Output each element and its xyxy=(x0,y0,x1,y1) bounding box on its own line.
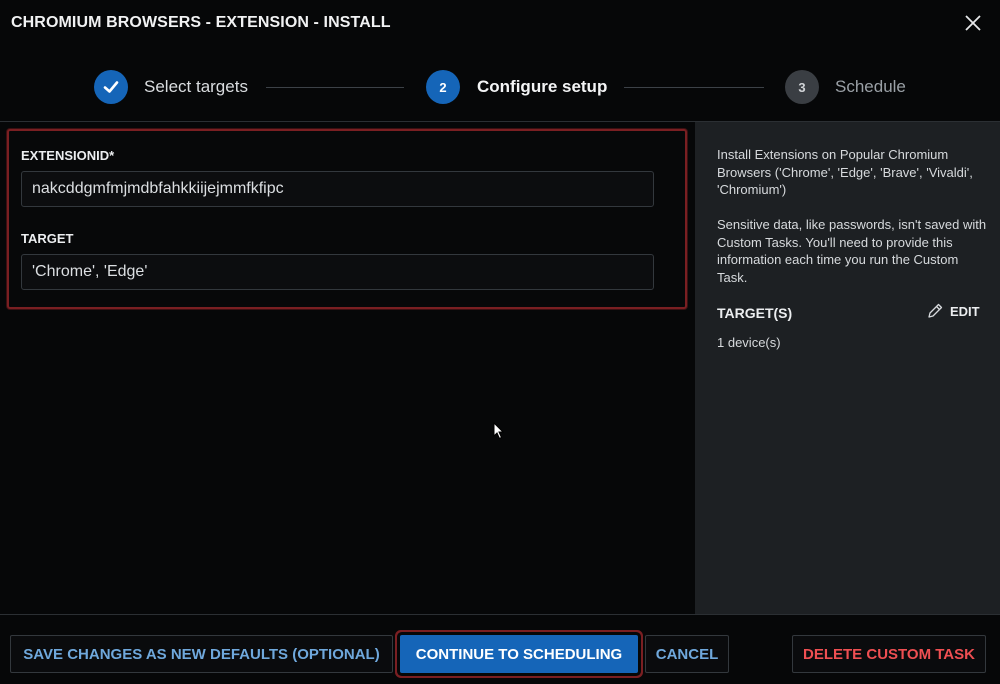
main-panel: EXTENSIONID* TARGET xyxy=(0,122,694,614)
target-label: TARGET xyxy=(21,231,74,246)
dialog-title: CHROMIUM BROWSERS - EXTENSION - INSTALL xyxy=(11,14,391,31)
targets-heading: TARGET(S) xyxy=(717,305,793,321)
close-icon xyxy=(965,15,981,31)
info-sidebar: Install Extensions on Popular Chromium B… xyxy=(695,122,1000,614)
cancel-button[interactable]: CANCEL xyxy=(645,635,729,673)
edit-label: EDIT xyxy=(950,303,980,319)
mouse-cursor-icon xyxy=(493,422,505,440)
step-2-number: 2 xyxy=(426,70,460,104)
sensitive-data-notice: Sensitive data, like passwords, isn't sa… xyxy=(717,217,987,285)
step-1-label: Select targets xyxy=(144,77,248,96)
target-input[interactable] xyxy=(21,254,654,290)
dialog-footer: SAVE CHANGES AS NEW DEFAULTS (OPTIONAL) … xyxy=(0,614,1000,684)
dialog-header: CHROMIUM BROWSERS - EXTENSION - INSTALL xyxy=(0,0,1000,48)
save-defaults-button[interactable]: SAVE CHANGES AS NEW DEFAULTS (OPTIONAL) xyxy=(10,635,393,673)
edit-targets-button[interactable]: EDIT xyxy=(926,302,980,320)
close-button[interactable] xyxy=(960,10,986,36)
task-description: Install Extensions on Popular Chromium B… xyxy=(717,147,973,197)
parameters-form: EXTENSIONID* TARGET xyxy=(7,129,687,309)
step-2-label: Configure setup xyxy=(477,77,608,96)
extensionid-label: EXTENSIONID* xyxy=(21,148,115,163)
step-3-number: 3 xyxy=(785,70,819,104)
check-icon xyxy=(103,81,119,93)
wizard-stepper: Select targets 2 Configure setup 3 Sched… xyxy=(0,48,1000,122)
step-connector xyxy=(624,87,764,88)
step-1-complete-indicator xyxy=(94,70,128,104)
pencil-icon xyxy=(928,303,943,318)
step-3-label: Schedule xyxy=(835,77,906,96)
extensionid-input[interactable] xyxy=(21,171,654,207)
delete-custom-task-button[interactable]: DELETE CUSTOM TASK xyxy=(792,635,986,673)
step-connector xyxy=(266,87,404,88)
continue-to-scheduling-button[interactable]: CONTINUE TO SCHEDULING xyxy=(400,635,638,673)
targets-count: 1 device(s) xyxy=(717,335,781,350)
